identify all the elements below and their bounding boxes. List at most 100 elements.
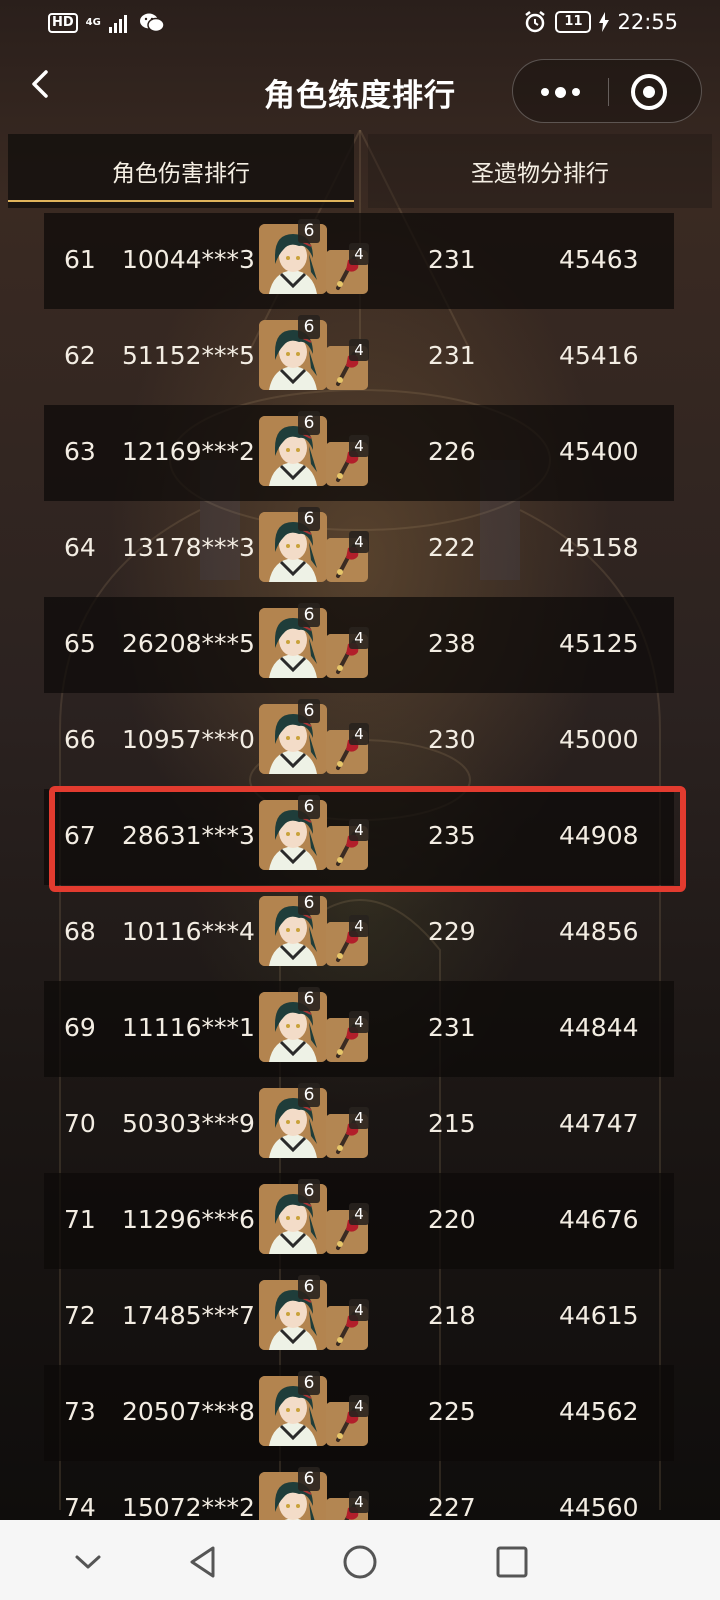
stat-value: 222 — [428, 533, 476, 562]
rank-number: 74 — [64, 1493, 96, 1520]
stat-value: 231 — [428, 245, 476, 274]
damage-value: 44560 — [559, 1493, 639, 1520]
stat-value: 231 — [428, 1013, 476, 1042]
rank-row[interactable]: 64 13178***3 6 4 222 45158 — [44, 501, 674, 597]
stat-value: 218 — [428, 1301, 476, 1330]
stat-value: 238 — [428, 629, 476, 658]
refinement-badge: 4 — [349, 1011, 369, 1033]
constellation-badge: 6 — [298, 411, 320, 435]
stat-value: 229 — [428, 917, 476, 946]
player-uid: 15072***2 — [122, 1493, 255, 1520]
system-navigation-bar — [0, 1520, 720, 1600]
rank-number: 68 — [64, 917, 96, 946]
rank-row[interactable]: 61 10044***3 6 4 231 45463 — [44, 213, 674, 309]
rank-number: 69 — [64, 1013, 96, 1042]
damage-value: 45416 — [559, 341, 639, 370]
player-uid: 10044***3 — [122, 245, 255, 274]
network-type: 4G — [85, 17, 101, 28]
constellation-badge: 6 — [298, 1179, 320, 1203]
rank-row[interactable]: 65 26208***5 6 4 238 45125 — [44, 597, 674, 693]
tab-artifact-score[interactable]: 圣遗物分排行 — [368, 134, 712, 208]
rank-row[interactable]: 69 11116***1 6 4 231 44844 — [44, 981, 674, 1077]
rank-list[interactable]: 61 10044***3 6 4 231 45463 62 51152***5 6 4 231 454… — [44, 213, 674, 1520]
refinement-badge: 4 — [349, 627, 369, 649]
player-uid: 11116***1 — [122, 1013, 255, 1042]
rank-row[interactable]: 73 20507***8 6 4 225 44562 — [44, 1365, 674, 1461]
refinement-badge: 4 — [349, 1299, 369, 1321]
header: 角色练度排行 — [0, 50, 720, 130]
constellation-badge: 6 — [298, 1467, 320, 1491]
home-icon[interactable] — [338, 1540, 382, 1584]
damage-value: 45000 — [559, 725, 639, 754]
player-uid: 11296***6 — [122, 1205, 255, 1234]
constellation-badge: 6 — [298, 507, 320, 531]
rank-row[interactable]: 62 51152***5 6 4 231 45416 — [44, 309, 674, 405]
rank-row[interactable]: 66 10957***0 6 4 230 45000 — [44, 693, 674, 789]
rank-number: 70 — [64, 1109, 96, 1138]
capsule-divider — [608, 78, 609, 106]
hd-icon: HD — [48, 13, 78, 33]
player-uid: 13178***3 — [122, 533, 255, 562]
constellation-badge: 6 — [298, 795, 320, 819]
damage-value: 44844 — [559, 1013, 639, 1042]
player-uid: 17485***7 — [122, 1301, 255, 1330]
rank-number: 67 — [64, 821, 96, 850]
constellation-badge: 6 — [298, 219, 320, 243]
stat-value: 227 — [428, 1493, 476, 1520]
more-icon[interactable] — [513, 60, 608, 124]
player-uid: 26208***5 — [122, 629, 255, 658]
damage-value: 44562 — [559, 1397, 639, 1426]
refinement-badge: 4 — [349, 723, 369, 745]
refinement-badge: 4 — [349, 1395, 369, 1417]
stat-value: 226 — [428, 437, 476, 466]
rank-number: 61 — [64, 245, 96, 274]
player-uid: 12169***2 — [122, 437, 255, 466]
damage-value: 44856 — [559, 917, 639, 946]
recents-icon[interactable] — [490, 1540, 534, 1584]
refinement-badge: 4 — [349, 915, 369, 937]
collapse-icon[interactable] — [66, 1540, 110, 1584]
rank-number: 62 — [64, 341, 96, 370]
player-uid: 10957***0 — [122, 725, 255, 754]
alarm-icon — [525, 11, 546, 33]
constellation-badge: 6 — [298, 987, 320, 1011]
constellation-badge: 6 — [298, 603, 320, 627]
rank-row[interactable]: 70 50303***9 6 4 215 44747 — [44, 1077, 674, 1173]
damage-value: 44747 — [559, 1109, 639, 1138]
rank-number: 63 — [64, 437, 96, 466]
damage-value: 44676 — [559, 1205, 639, 1234]
status-bar: HD 4G 11 22:55 — [0, 0, 720, 48]
damage-value: 45400 — [559, 437, 639, 466]
damage-value: 44615 — [559, 1301, 639, 1330]
constellation-badge: 6 — [298, 1083, 320, 1107]
rank-number: 71 — [64, 1205, 96, 1234]
battery-level: 11 — [555, 11, 592, 33]
refinement-badge: 4 — [349, 339, 369, 361]
player-uid: 20507***8 — [122, 1397, 255, 1426]
rank-number: 64 — [64, 533, 96, 562]
back-triangle-icon[interactable] — [182, 1540, 226, 1584]
constellation-badge: 6 — [298, 699, 320, 723]
constellation-badge: 6 — [298, 891, 320, 915]
rank-row[interactable]: 72 17485***7 6 4 218 44615 — [44, 1269, 674, 1365]
rank-row[interactable]: 67 28631***3 6 4 235 44908 — [44, 789, 674, 885]
stat-value: 230 — [428, 725, 476, 754]
stat-value: 220 — [428, 1205, 476, 1234]
refinement-badge: 4 — [349, 435, 369, 457]
close-icon[interactable] — [631, 74, 667, 110]
signal-icon — [108, 15, 127, 33]
rank-number: 72 — [64, 1301, 96, 1330]
rank-row[interactable]: 63 12169***2 6 4 226 45400 — [44, 405, 674, 501]
player-uid: 50303***9 — [122, 1109, 255, 1138]
ranking-tabs: 角色伤害排行 圣遗物分排行 — [8, 134, 712, 208]
stat-value: 215 — [428, 1109, 476, 1138]
rank-row[interactable]: 71 11296***6 6 4 220 44676 — [44, 1173, 674, 1269]
refinement-badge: 4 — [349, 819, 369, 841]
constellation-badge: 6 — [298, 1371, 320, 1395]
status-time: 22:55 — [617, 10, 678, 34]
rank-row[interactable]: 74 15072***2 6 4 227 44560 — [44, 1461, 674, 1520]
rank-row[interactable]: 68 10116***4 6 4 229 44856 — [44, 885, 674, 981]
player-uid: 51152***5 — [122, 341, 255, 370]
tab-character-damage[interactable]: 角色伤害排行 — [8, 134, 354, 208]
charging-icon — [599, 12, 610, 32]
